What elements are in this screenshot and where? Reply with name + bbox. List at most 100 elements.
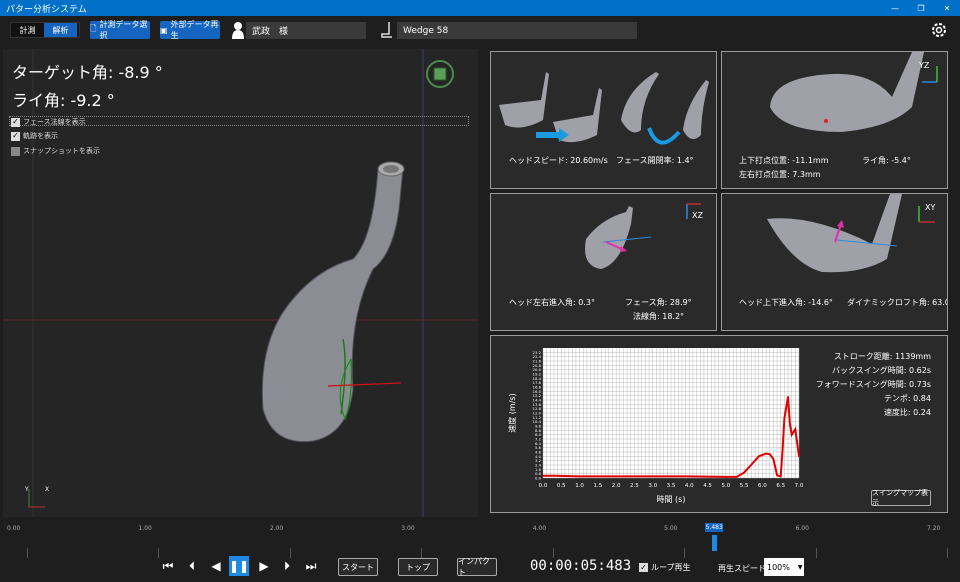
show-trajectory-checkbox[interactable]: ✓ 軌跡を表示 (11, 131, 58, 141)
face-angle: フェース角: 28.9° (625, 298, 692, 307)
stroke-distance: ストローク距離: 1139mm (833, 352, 931, 361)
close-button[interactable]: ✕ (934, 0, 960, 16)
chart-x-tick: 6.5 (776, 483, 785, 489)
chart-point (783, 417, 786, 420)
impact-vertical: 上下打点位置: -11.1mm (739, 156, 829, 165)
timeline-tick-mark (815, 548, 817, 558)
chart-y-tick: 22.4 (533, 354, 542, 359)
timeline-tick-label: 6.00 (795, 525, 809, 532)
chart-y-tick: 1.6 (535, 467, 542, 472)
chart-point (781, 450, 784, 452)
face-rotation-illustration (499, 72, 709, 145)
step-back-icon[interactable]: ⏴ (183, 557, 201, 575)
chart-y-tick: 20.8 (533, 363, 542, 368)
chart-y-tick: 9.6 (535, 424, 542, 429)
chart-point (688, 475, 691, 478)
minimize-button[interactable]: — (882, 0, 908, 16)
club-icon (381, 22, 392, 38)
chart-y-tick: 8.8 (535, 428, 542, 433)
play-reverse-icon[interactable]: ◀ (207, 557, 225, 575)
timeline-tick-label: 1.00 (138, 525, 152, 532)
app-window: パター分析システム — ❐ ✕ 計測 解析 🗋 計測データ選択 ▣ 外部データ再生 … (0, 0, 960, 582)
chart-y-tick: 5.6 (535, 445, 542, 450)
timeline-tick-label: 4.00 (532, 525, 547, 532)
xz-illustration: XZ (585, 203, 703, 269)
swing-map-button[interactable]: スイングマップ表示 (871, 489, 931, 507)
skip-end-icon[interactable]: ⏭ (302, 557, 320, 575)
chart-y-tick: 19.2 (533, 372, 542, 377)
play-icon[interactable]: ▶ (255, 557, 273, 575)
xz-panel: XZ ヘッド左右進入角: 0.3° フェース角: 28.9° 法線角: 18.2… (490, 193, 717, 331)
chart-x-tick: 2.0 (612, 483, 621, 489)
chart-point (750, 463, 753, 466)
chart-point (542, 475, 544, 477)
chart-x-tick: 4.5 (703, 483, 712, 489)
timeline-handle[interactable] (712, 535, 718, 551)
chart-x-tick: 1.5 (593, 483, 602, 489)
timeline-tick-label: 3.00 (401, 525, 415, 532)
check-icon: ✓ (11, 131, 20, 141)
timeline-marker: 5.483 (705, 523, 724, 532)
chart-point (757, 455, 760, 458)
check-icon: ✓ (11, 117, 20, 127)
view-cube-icon[interactable] (425, 59, 455, 89)
mode-switch: 計測 解析 (10, 22, 80, 38)
xz-axes-label: XZ (692, 211, 703, 220)
xy-axes-label: XY (925, 203, 935, 212)
pause-icon[interactable]: ❚❚ (229, 556, 249, 576)
chart-y-tick: 4.0 (535, 454, 542, 459)
chart-y-tick: 17.6 (533, 380, 542, 385)
forward-time: フォワードスイング時間: 0.73s (815, 380, 931, 389)
select-data-button[interactable]: 🗋 計測データ選択 (90, 20, 150, 40)
chart-point (789, 423, 791, 425)
mode-measure-button[interactable]: 計測 (11, 23, 44, 37)
loop-checkbox[interactable]: ✓ ループ再生 (639, 562, 691, 573)
chart-point (772, 458, 775, 460)
window-title: パター分析システム (6, 4, 87, 15)
chart-point (725, 476, 727, 478)
chart-y-tick: 21.6 (533, 359, 542, 364)
xy-illustration: XY (767, 194, 935, 273)
chart-point (768, 453, 771, 455)
chart-y-tick: 7.2 (535, 437, 542, 442)
dynamic-loft: ダイナミックロフト角: 63.0° (847, 298, 948, 307)
chart-y-tick: 13.6 (533, 402, 542, 407)
top-button[interactable]: トップ (398, 558, 438, 576)
chart-x-tick: 4.0 (685, 483, 694, 489)
chart-y-tick: 12.8 (533, 406, 542, 411)
impact-panel: YZ 上下打点位置: -11.1mm ライ角: -5.4° 左右打点位置: 7.… (721, 51, 948, 189)
show-snapshot-checkbox[interactable]: スナップショットを表示 (11, 146, 100, 156)
maximize-button[interactable]: ❐ (908, 0, 934, 16)
club-3d-view[interactable]: ターゲット角: -8.9 ° ライ角: -9.2 ° ✓ フェース法線を表示 ✓ 軌… (3, 49, 478, 517)
timeline-tick-label: 2.00 (269, 525, 284, 532)
gear-icon[interactable] (930, 21, 948, 39)
speed-ratio: 速度比: 0.24 (883, 408, 931, 417)
timeline-tick-mark (684, 548, 686, 558)
backswing-time: バックスイング時間: 0.62s (832, 366, 931, 375)
chart-y-tick: 12.0 (533, 411, 542, 416)
timeline-tick-label: 0.00 (7, 525, 21, 532)
impact-button[interactable]: インパクト (457, 557, 497, 577)
skip-start-icon[interactable]: ⏮ (159, 557, 177, 575)
speed-select[interactable]: 100% ▼ (764, 558, 804, 576)
chart-x-tick: 5.5 (740, 483, 749, 489)
chart-y-tick: 0.8 (535, 471, 542, 476)
impact-axes-label: YZ (918, 61, 930, 70)
toolbar: 計測 解析 🗋 計測データ選択 ▣ 外部データ再生 武政 様 Wedge 58 (0, 16, 960, 46)
chart-point (790, 433, 793, 436)
step-forward-icon[interactable]: ⏵ (278, 557, 296, 575)
chart-point (743, 471, 745, 474)
chart-x-tick: 3.0 (648, 483, 657, 489)
chart-y-tick: 8.0 (535, 432, 542, 437)
start-button[interactable]: スタート (338, 558, 378, 576)
chart-y-tick: 18.4 (533, 376, 542, 381)
chart-x-tick: 7.0 (795, 483, 804, 489)
mode-analysis-button[interactable]: 解析 (44, 23, 77, 37)
timeline-tick-mark (552, 548, 554, 558)
show-face-normal-checkbox[interactable]: ✓ フェース法線を表示 (11, 117, 86, 127)
chart-y-tick: 11.2 (533, 415, 542, 420)
play-external-button[interactable]: ▣ 外部データ再生 (160, 20, 220, 40)
chart-point (776, 474, 778, 477)
axis-gizmo: YX (24, 486, 49, 508)
timeline-tick-label: 5.00 (664, 525, 678, 532)
